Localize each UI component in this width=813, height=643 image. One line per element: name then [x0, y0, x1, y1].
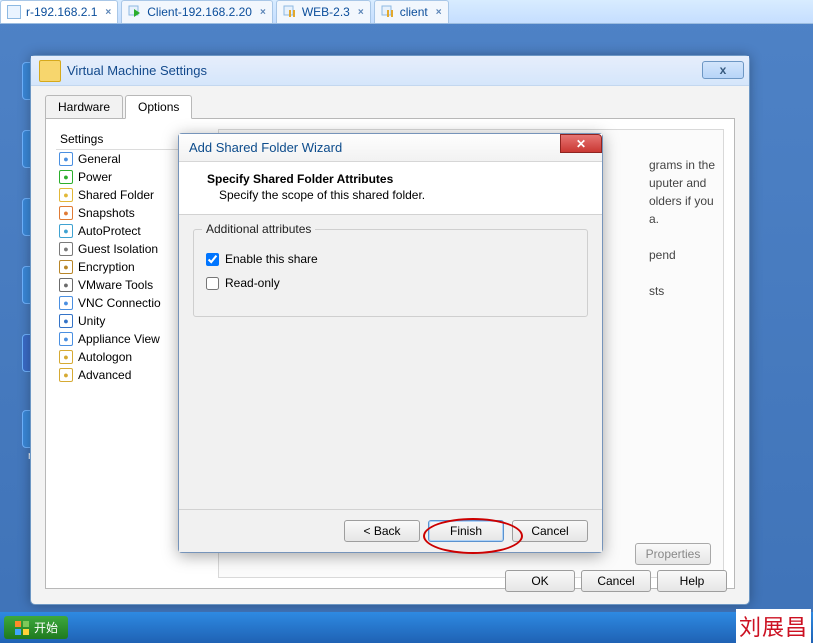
settings-item-label: Autologon [78, 350, 132, 364]
settings-item-icon: ● [59, 278, 73, 292]
document-tabs: r-192.168.2.1 × Client-192.168.2.20 × WE… [0, 0, 813, 24]
settings-item-label: Advanced [78, 368, 131, 382]
enable-share-label: Enable this share [225, 252, 318, 266]
doc-tab-label: WEB-2.3 [302, 5, 350, 19]
settings-item-label: AutoProtect [78, 224, 141, 238]
windows-logo-icon [14, 620, 30, 636]
settings-item-label: General [78, 152, 121, 166]
enable-share-option[interactable]: Enable this share [206, 252, 575, 266]
add-shared-folder-wizard: Add Shared Folder Wizard ✕ Specify Share… [178, 133, 603, 553]
back-button[interactable]: < Back [344, 520, 420, 542]
taskbar: 开始 [0, 612, 813, 643]
settings-tabs: Hardware Options [45, 94, 735, 119]
settings-item-label: Power [78, 170, 112, 184]
settings-item-icon: ● [59, 260, 73, 274]
finish-button[interactable]: Finish [428, 520, 504, 542]
settings-item-icon: ● [59, 296, 73, 310]
additional-attributes-group: Additional attributes Enable this share … [193, 229, 588, 317]
doc-tab-label: client [400, 5, 428, 19]
wizard-header: Specify Shared Folder Attributes Specify… [179, 162, 602, 215]
watermark-text: 刘展昌 [736, 609, 811, 643]
doc-tab-3[interactable]: WEB-2.3 × [276, 0, 371, 23]
readonly-option[interactable]: Read-only [206, 276, 575, 290]
wizard-subheading: Specify the scope of this shared folder. [207, 186, 586, 202]
desktop-background: r-192.168.2.1 × Client-192.168.2.20 × WE… [0, 0, 813, 643]
wizard-title-text: Add Shared Folder Wizard [189, 140, 342, 155]
doc-tab-1[interactable]: r-192.168.2.1 × [0, 0, 118, 23]
settings-item-icon: ● [59, 206, 73, 220]
tab-options[interactable]: Options [125, 95, 192, 119]
settings-item-icon: ● [59, 188, 73, 202]
settings-item-label: Shared Folder [78, 188, 154, 202]
start-button[interactable]: 开始 [4, 616, 68, 639]
wizard-titlebar[interactable]: Add Shared Folder Wizard [179, 134, 602, 162]
window-titlebar[interactable]: Virtual Machine Settings [31, 56, 749, 86]
settings-item-icon: ● [59, 224, 73, 238]
dialog-buttons: OK Cancel Help [505, 570, 727, 592]
start-label: 开始 [34, 619, 58, 636]
settings-item-icon: ● [59, 332, 73, 346]
settings-item-label: Guest Isolation [78, 242, 158, 256]
settings-item-icon: ● [59, 368, 73, 382]
cancel-button[interactable]: Cancel [581, 570, 651, 592]
folder-icon [39, 60, 61, 82]
vm-pause-icon [381, 5, 395, 19]
wizard-close-button[interactable]: ✕ [560, 134, 602, 153]
wizard-buttons: < Back Finish Cancel [179, 509, 602, 552]
settings-item-icon: ● [59, 170, 73, 184]
help-button[interactable]: Help [657, 570, 727, 592]
settings-item-icon: ● [59, 350, 73, 364]
properties-button[interactable]: Properties [635, 543, 711, 565]
vm-pause-icon [283, 5, 297, 19]
settings-item-label: VMware Tools [78, 278, 153, 292]
doc-tab-label: Client-192.168.2.20 [147, 5, 252, 19]
window-title: Virtual Machine Settings [67, 63, 207, 78]
close-icon[interactable]: × [358, 7, 364, 18]
group-legend: Additional attributes [202, 222, 315, 236]
vm-play-icon [128, 5, 142, 19]
close-icon[interactable]: × [260, 7, 266, 18]
vm-icon [7, 5, 21, 19]
settings-item-label: Appliance View [78, 332, 160, 346]
settings-item-label: Encryption [78, 260, 135, 274]
window-close-button[interactable]: x [702, 61, 744, 79]
ok-button[interactable]: OK [505, 570, 575, 592]
settings-item-icon: ● [59, 152, 73, 166]
close-icon[interactable]: × [105, 7, 111, 18]
wizard-cancel-button[interactable]: Cancel [512, 520, 588, 542]
doc-tab-label: r-192.168.2.1 [26, 5, 97, 19]
tab-hardware[interactable]: Hardware [45, 95, 123, 119]
close-icon[interactable]: × [436, 7, 442, 18]
readonly-label: Read-only [225, 276, 280, 290]
readonly-checkbox[interactable] [206, 277, 219, 290]
doc-tab-4[interactable]: client × [374, 0, 449, 23]
enable-share-checkbox[interactable] [206, 253, 219, 266]
wizard-heading: Specify Shared Folder Attributes [207, 172, 586, 186]
settings-item-icon: ● [59, 314, 73, 328]
settings-item-label: VNC Connectio [78, 296, 161, 310]
settings-item-label: Unity [78, 314, 105, 328]
doc-tab-2[interactable]: Client-192.168.2.20 × [121, 0, 273, 23]
settings-item-icon: ● [59, 242, 73, 256]
settings-item-label: Snapshots [78, 206, 135, 220]
detail-text-fragment: grams in the uputer and olders if you a.… [649, 156, 715, 300]
